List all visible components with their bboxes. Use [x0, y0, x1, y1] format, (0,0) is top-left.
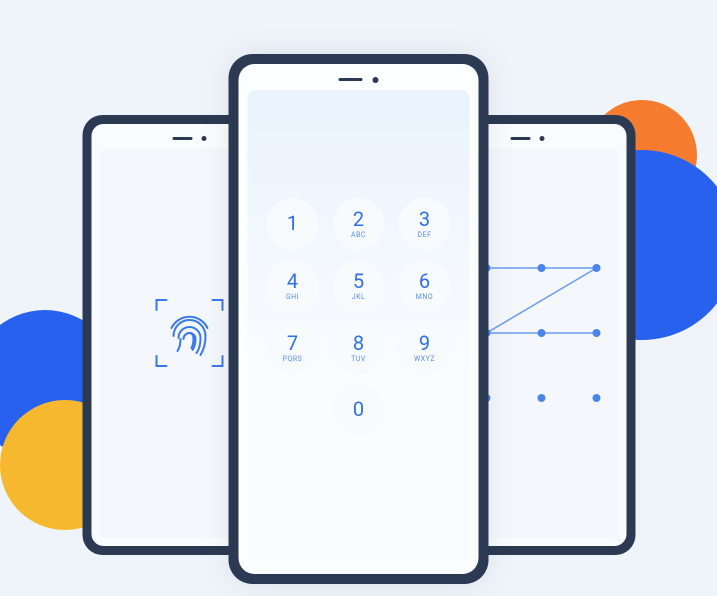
keypad-key-number: 4: [287, 271, 298, 291]
keypad-key-letters: WXYZ: [414, 355, 435, 363]
keypad-key-letters: ABC: [351, 231, 366, 239]
phones-illustration: 1 2 ABC 3 DEF 4 GHI: [0, 0, 717, 596]
keypad-key-number: 1: [287, 213, 298, 233]
keypad-key-number: 9: [419, 333, 430, 353]
phone-pin: 1 2 ABC 3 DEF 4 GHI: [229, 54, 489, 584]
keypad-key-number: 6: [419, 271, 430, 291]
keypad-key-letters: MNO: [416, 293, 433, 301]
pattern-icon: [476, 258, 606, 412]
keypad-key-letters: TUV: [351, 355, 366, 363]
keypad-key-2[interactable]: 2 ABC: [333, 198, 385, 250]
phone-notch: [511, 135, 545, 141]
keypad-key-0[interactable]: 0: [333, 384, 385, 436]
keypad-key-letters: JKL: [352, 293, 366, 301]
phone-notch: [339, 76, 379, 83]
keypad-key-number: 0: [353, 399, 364, 419]
keypad-key-8[interactable]: 8 TUV: [333, 322, 385, 374]
fingerprint-icon: [145, 288, 235, 382]
phone-pin-bezel: 1 2 ABC 3 DEF 4 GHI: [239, 64, 479, 574]
phone-notch: [173, 135, 207, 141]
keypad-key-letters: GHI: [286, 293, 299, 301]
keypad-key-9[interactable]: 9 WXYZ: [399, 322, 451, 374]
phone-pin-screen: 1 2 ABC 3 DEF 4 GHI: [248, 90, 470, 566]
keypad-key-letters: DEF: [418, 231, 432, 239]
keypad-key-5[interactable]: 5 JKL: [333, 260, 385, 312]
keypad-key-number: 3: [419, 209, 430, 229]
keypad-key-number: 5: [353, 271, 364, 291]
keypad-key-letters: PQRS: [283, 355, 303, 363]
keypad-key-1[interactable]: 1: [267, 198, 319, 250]
keypad-key-6[interactable]: 6 MNO: [399, 260, 451, 312]
pin-keypad: 1 2 ABC 3 DEF 4 GHI: [267, 198, 451, 436]
keypad-key-number: 8: [353, 333, 364, 353]
keypad-key-7[interactable]: 7 PQRS: [267, 322, 319, 374]
keypad-key-number: 2: [353, 209, 364, 229]
keypad-key-number: 7: [287, 333, 298, 353]
keypad-key-3[interactable]: 3 DEF: [399, 198, 451, 250]
keypad-key-4[interactable]: 4 GHI: [267, 260, 319, 312]
